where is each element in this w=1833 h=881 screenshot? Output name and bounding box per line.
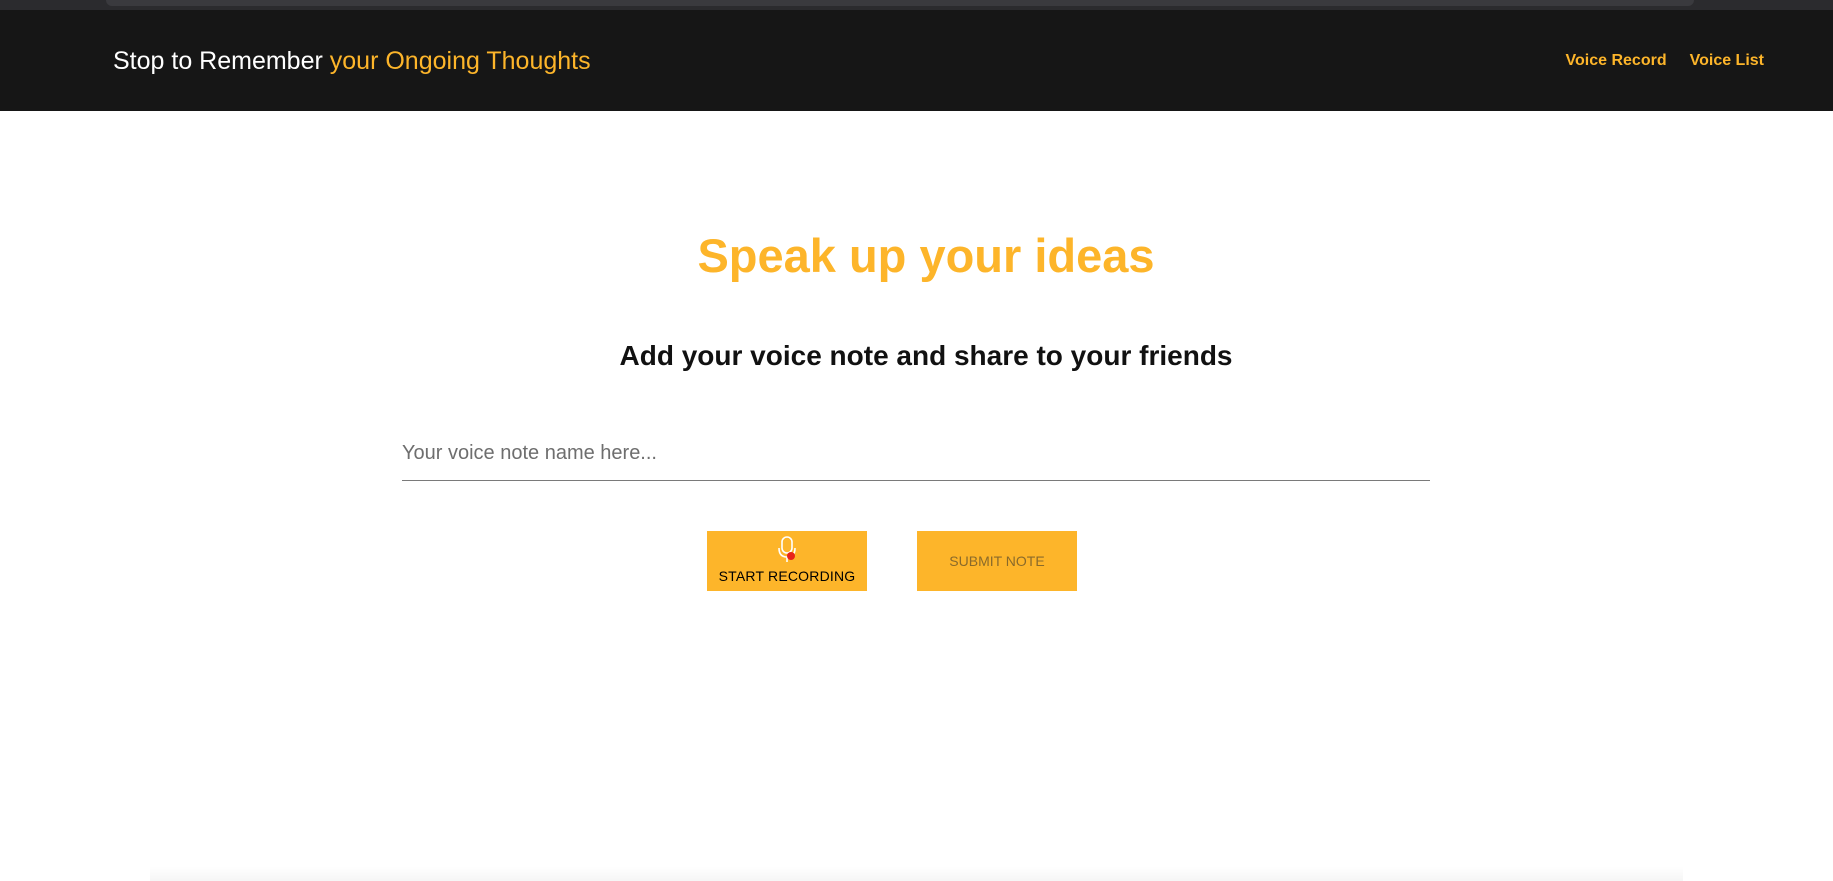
- brand-title-prefix: Stop to Remember: [113, 47, 323, 75]
- browser-top-strip: [0, 0, 1833, 10]
- navbar: Stop to Remember your Ongoing Thoughts V…: [0, 10, 1833, 111]
- browser-address-bar: [106, 0, 1694, 6]
- brand-title: Stop to Remember your Ongoing Thoughts: [113, 47, 591, 76]
- submit-note-button[interactable]: SUBMIT NOTE: [917, 531, 1077, 591]
- brand-title-accent: your Ongoing Thoughts: [329, 47, 591, 75]
- page-title: Speak up your ideas: [697, 229, 1155, 282]
- submit-note-label: SUBMIT NOTE: [949, 553, 1045, 569]
- voice-note-name-input[interactable]: [402, 426, 1430, 481]
- nav-link-voice-list[interactable]: Voice List: [1690, 52, 1764, 70]
- start-recording-button[interactable]: START RECORDING: [707, 531, 867, 591]
- footer-shadow: [150, 866, 1683, 881]
- microphone-icon: [778, 536, 796, 562]
- nav-links: Voice Record Voice List: [1566, 52, 1764, 70]
- start-recording-label: START RECORDING: [718, 568, 856, 584]
- nav-link-voice-record[interactable]: Voice Record: [1566, 52, 1667, 70]
- recording-dot: [787, 552, 795, 560]
- page-subtitle: Add your voice note and share to your fr…: [619, 340, 1233, 371]
